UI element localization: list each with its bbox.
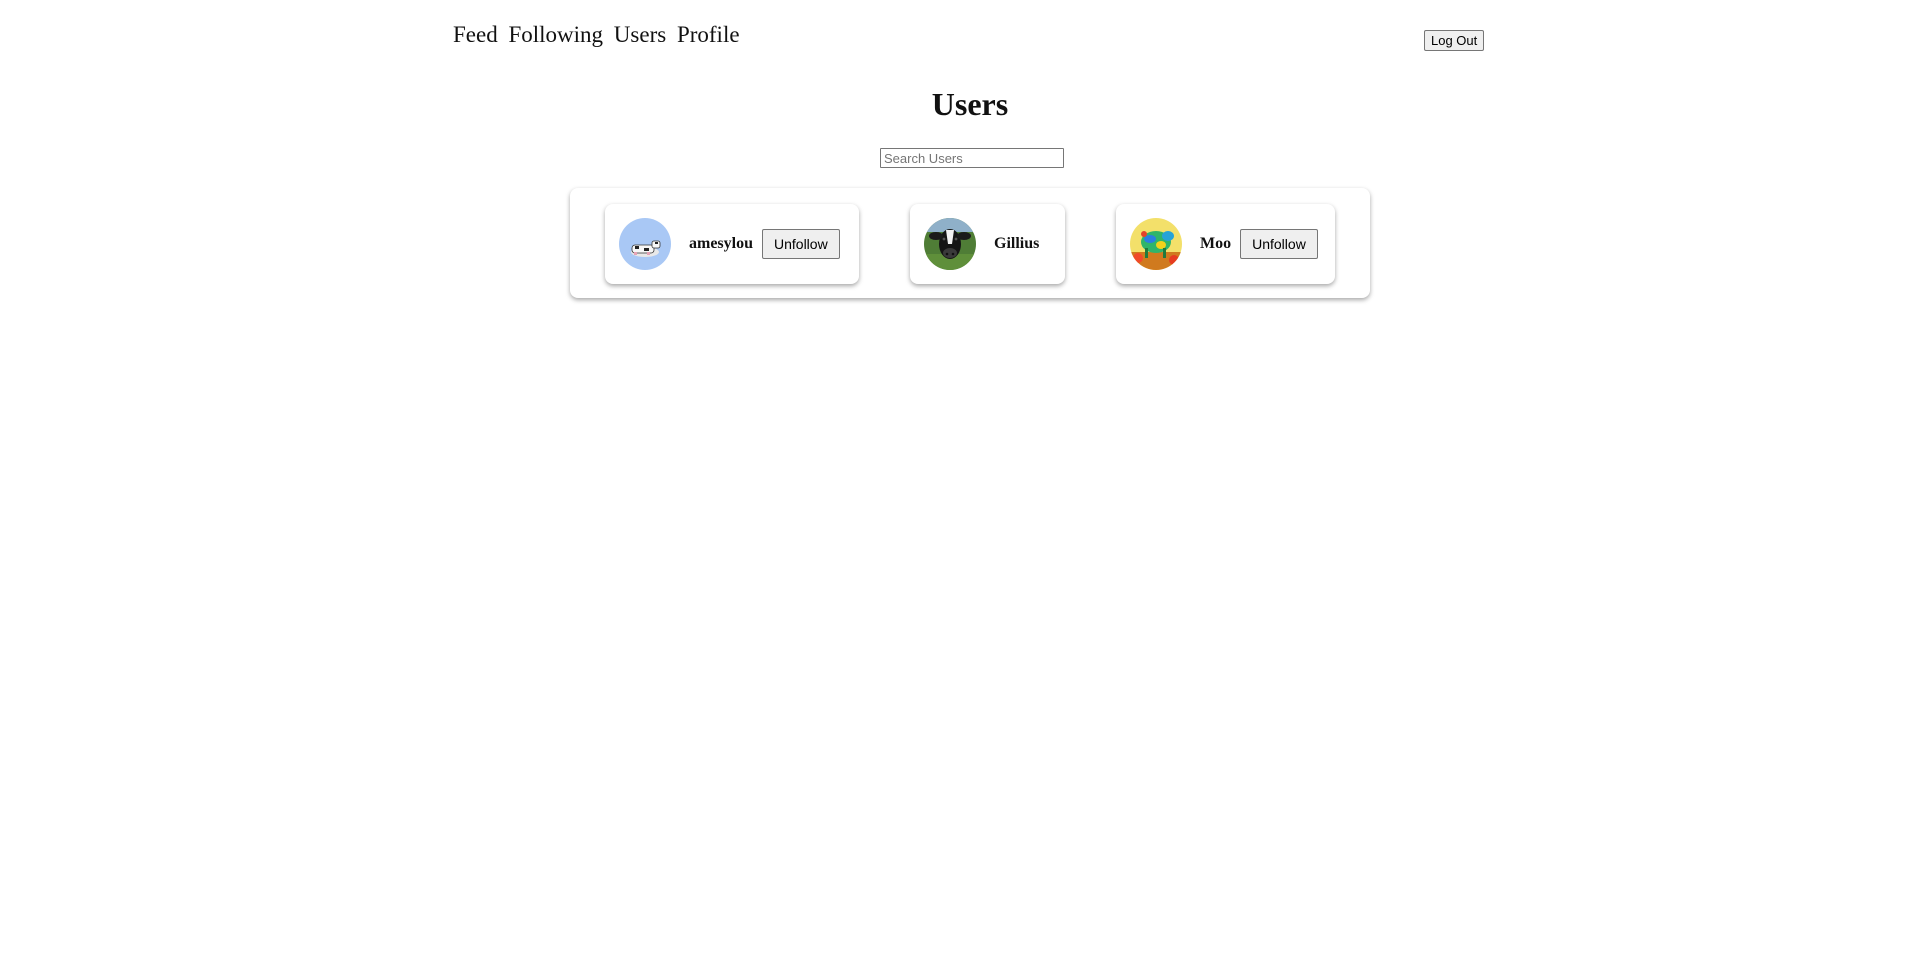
users-panel: amesylou Unfollow Gillius Moo Unfollow: [570, 188, 1370, 298]
nav-users-link[interactable]: Users: [614, 22, 666, 47]
username-label: Gillius: [994, 235, 1040, 252]
user-card-moo[interactable]: Moo Unfollow: [1116, 204, 1335, 284]
nav-following-link[interactable]: Following: [508, 22, 603, 47]
username-label: amesylou: [689, 235, 753, 252]
unfollow-button[interactable]: Unfollow: [762, 229, 840, 259]
nav-feed-link[interactable]: Feed: [453, 22, 498, 47]
user-card-gillius[interactable]: Gillius: [910, 204, 1065, 284]
username-label: Moo: [1200, 235, 1232, 252]
user-card-amesylou[interactable]: amesylou Unfollow: [605, 204, 859, 284]
colorful-cow-icon[interactable]: [1130, 218, 1182, 270]
cow-lying-icon[interactable]: [619, 218, 671, 270]
logout-button[interactable]: Log Out: [1424, 30, 1485, 51]
cow-face-icon[interactable]: [924, 218, 976, 270]
top-nav: Feed Following Users Profile: [453, 22, 745, 48]
page-title: Users: [931, 86, 1009, 122]
unfollow-button[interactable]: Unfollow: [1240, 229, 1318, 259]
page: Feed Following Users Profile Log Out Use…: [0, 0, 1918, 961]
search-input[interactable]: [880, 148, 1064, 168]
nav-profile-link[interactable]: Profile: [677, 22, 740, 47]
